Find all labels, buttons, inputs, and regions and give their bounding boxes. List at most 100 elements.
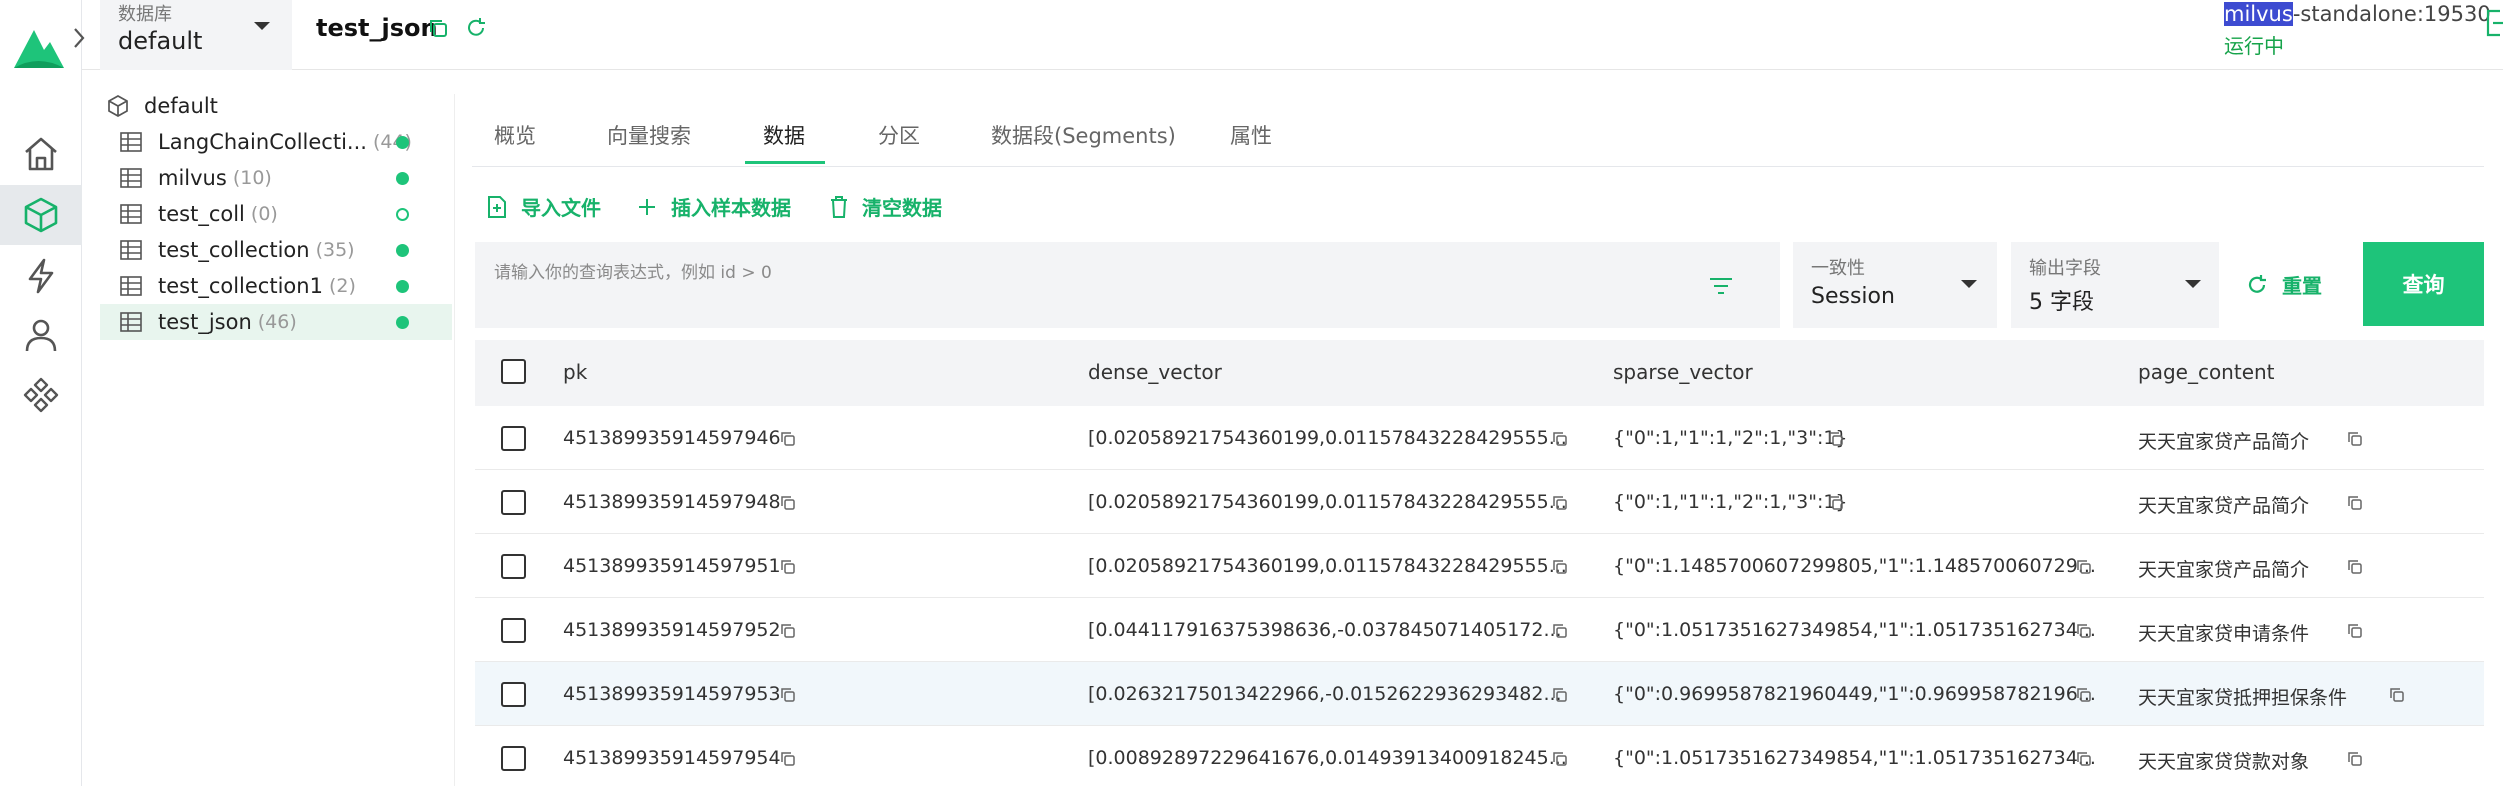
tree-item[interactable]: LangChainCollecti... (44): [100, 124, 452, 160]
copy-icon[interactable]: [780, 495, 796, 511]
active-tab-indicator: [745, 161, 825, 164]
import-file-label: 导入文件: [521, 196, 601, 220]
tab[interactable]: 概览: [494, 120, 536, 150]
table-cell-page-content: 天天宜家贷产品简介: [2138, 431, 2310, 453]
insert-sample-button[interactable]: 插入样本数据: [637, 192, 791, 221]
table-cell-pk: 451389935914597951: [563, 555, 781, 577]
query-input[interactable]: [475, 242, 1780, 328]
refresh-icon[interactable]: [465, 17, 487, 39]
table-cell-sparse-vector: {"0":1.1485700607299805,"1":1.1485700607…: [1613, 555, 2096, 577]
copy-icon[interactable]: [2076, 559, 2092, 575]
copy-icon[interactable]: [1552, 623, 1568, 639]
row-checkbox[interactable]: [501, 426, 526, 451]
tab[interactable]: 向量搜索: [607, 120, 691, 150]
database-value: default: [118, 27, 203, 55]
nav-plugins[interactable]: [0, 365, 82, 425]
milvus-logo[interactable]: [10, 18, 66, 74]
select-all-checkbox[interactable]: [501, 359, 526, 384]
tree-item-label: test_collection1: [158, 274, 323, 298]
row-checkbox[interactable]: [501, 746, 526, 771]
nav-users[interactable]: [0, 305, 82, 365]
row-checkbox[interactable]: [501, 554, 526, 579]
nav-system[interactable]: [0, 246, 82, 306]
tree-item-count: (0): [250, 203, 278, 225]
copy-icon[interactable]: [780, 559, 796, 575]
copy-icon[interactable]: [2389, 687, 2405, 703]
table-cell-page-content: 天天宜家贷贷款对象: [2138, 751, 2310, 773]
table-cell-page-content: 天天宜家贷申请条件: [2138, 623, 2310, 645]
tab[interactable]: 数据: [763, 120, 805, 150]
copy-icon[interactable]: [780, 431, 796, 447]
row-checkbox[interactable]: [501, 490, 526, 515]
table-cell-sparse-vector: {"0":1.0517351627349854,"1":1.0517351627…: [1613, 747, 2096, 769]
chevron-down-icon: [254, 22, 270, 30]
copy-icon[interactable]: [1552, 687, 1568, 703]
copy-icon[interactable]: [1828, 431, 1844, 447]
table-icon: [120, 276, 142, 296]
table-cell-dense-vector: [0.02632175013422966,-0.0152622936293482…: [1088, 683, 1562, 705]
status-dot: [396, 316, 409, 329]
tab[interactable]: 分区: [878, 120, 920, 150]
tree-root[interactable]: default: [106, 94, 218, 118]
table-cell-sparse-vector: {"0":0.9699587821960449,"1":0.9699587821…: [1613, 683, 2096, 705]
column-header: page_content: [2138, 360, 2275, 384]
import-file-button[interactable]: 导入文件: [487, 192, 601, 221]
output-fields-label: 输出字段: [2029, 258, 2101, 279]
output-fields-value: 5 字段: [2029, 290, 2094, 315]
status-dot: [396, 172, 409, 185]
copy-icon[interactable]: [2076, 623, 2092, 639]
clear-data-button[interactable]: 清空数据: [830, 192, 942, 221]
row-checkbox[interactable]: [501, 618, 526, 643]
copy-icon[interactable]: [2347, 623, 2363, 639]
tree-item-label: test_collection: [158, 238, 310, 262]
filter-icon[interactable]: [1709, 276, 1733, 296]
tree-item[interactable]: test_collection1 (2): [100, 268, 452, 304]
diamond-grid-icon: [23, 377, 59, 413]
tab[interactable]: 属性: [1230, 120, 1272, 150]
copy-icon[interactable]: [2347, 559, 2363, 575]
copy-name-icon[interactable]: [428, 18, 448, 38]
table-cell-pk: 451389935914597952: [563, 619, 781, 641]
tree-item-label: LangChainCollecti...: [158, 130, 367, 154]
copy-icon[interactable]: [1552, 559, 1568, 575]
copy-icon[interactable]: [2347, 751, 2363, 767]
copy-icon[interactable]: [1552, 751, 1568, 767]
logout-icon[interactable]: [2484, 8, 2503, 38]
copy-icon[interactable]: [2347, 431, 2363, 447]
collection-title: test_json: [316, 14, 438, 42]
query-button[interactable]: 查询: [2363, 242, 2484, 326]
tree-item[interactable]: test_coll (0): [100, 196, 452, 232]
status-dot: [396, 280, 409, 293]
tab[interactable]: 数据段(Segments): [991, 120, 1176, 150]
row-checkbox[interactable]: [501, 682, 526, 707]
table-cell-dense-vector: [0.00892897229641676,0.01493913400918245…: [1088, 747, 1567, 769]
copy-icon[interactable]: [2076, 751, 2092, 767]
status-dot: [396, 136, 409, 149]
server-name-highlight: milvus: [2224, 2, 2293, 26]
copy-icon[interactable]: [2076, 687, 2092, 703]
copy-icon[interactable]: [780, 623, 796, 639]
copy-icon[interactable]: [1552, 495, 1568, 511]
lightning-icon: [28, 258, 54, 294]
table-icon: [120, 132, 142, 152]
copy-icon[interactable]: [780, 687, 796, 703]
table-cell-dense-vector: [0.02058921754360199,0.01157843228429555…: [1088, 555, 1567, 577]
nav-collections[interactable]: [0, 185, 82, 245]
reset-button[interactable]: 重置: [2246, 270, 2322, 299]
user-icon: [25, 319, 57, 352]
insert-sample-label: 插入样本数据: [671, 196, 791, 220]
status-dot: [396, 244, 409, 257]
column-header: pk: [563, 360, 588, 384]
nav-home[interactable]: [0, 124, 82, 184]
copy-icon[interactable]: [780, 751, 796, 767]
copy-icon[interactable]: [1552, 431, 1568, 447]
consistency-select[interactable]: 一致性 Session: [1793, 242, 1997, 328]
copy-icon[interactable]: [2347, 495, 2363, 511]
table-cell-pk: 451389935914597954: [563, 747, 781, 769]
output-fields-select[interactable]: 输出字段 5 字段: [2011, 242, 2219, 328]
tree-item[interactable]: milvus (10): [100, 160, 452, 196]
server-status: 运行中: [2224, 34, 2284, 58]
copy-icon[interactable]: [1828, 495, 1844, 511]
tree-item[interactable]: test_collection (35): [100, 232, 452, 268]
tree-item[interactable]: test_json (46): [100, 304, 452, 340]
